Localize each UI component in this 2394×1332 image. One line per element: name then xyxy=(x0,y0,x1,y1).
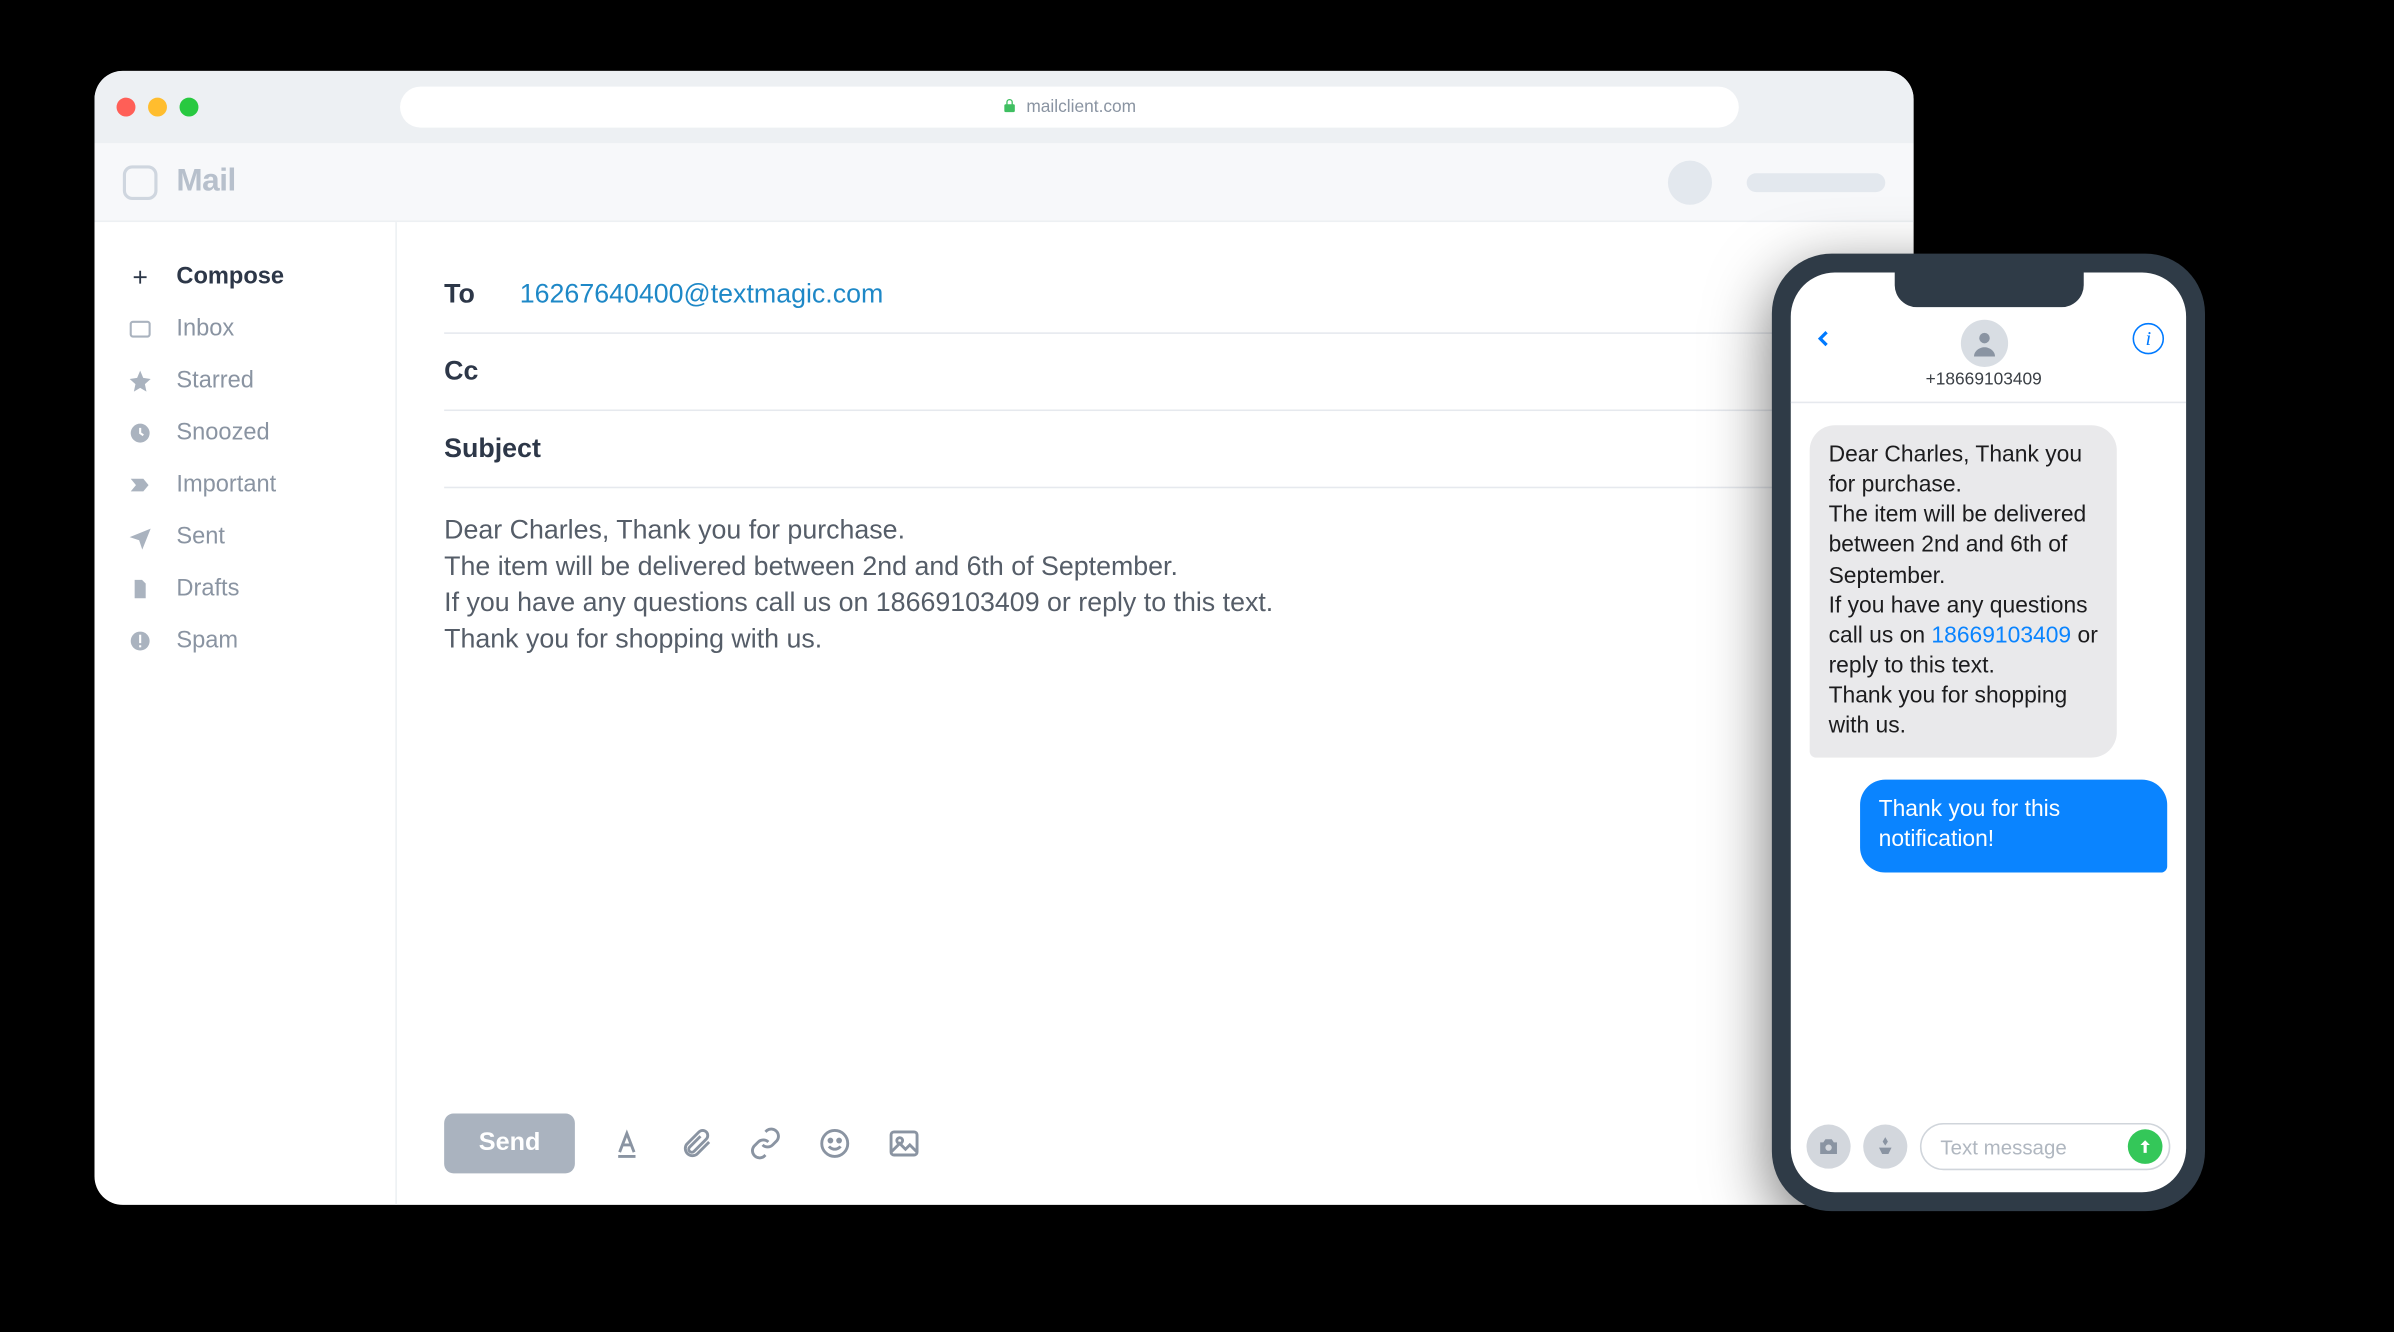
phone-notch xyxy=(1894,272,2083,307)
user-name-placeholder xyxy=(1747,172,1886,191)
sidebar-item-label: Starred xyxy=(176,367,253,394)
cc-label: Cc xyxy=(444,356,494,388)
incoming-message[interactable]: Dear Charles, Thank you for purchase. Th… xyxy=(1810,425,2117,758)
camera-icon[interactable] xyxy=(1807,1125,1851,1169)
image-icon[interactable] xyxy=(887,1126,922,1161)
mail-app-header: Mail xyxy=(95,143,1914,222)
file-icon xyxy=(126,576,154,601)
url-host-text: mailclient.com xyxy=(1026,98,1136,117)
back-icon[interactable] xyxy=(1813,320,1835,364)
sidebar-item-label: Spam xyxy=(176,627,238,654)
browser-chrome: mailclient.com xyxy=(95,71,1914,143)
to-label: To xyxy=(444,279,494,311)
plus-icon xyxy=(126,265,154,287)
sidebar-item-label: Compose xyxy=(176,263,284,290)
mail-app-title: Mail xyxy=(176,164,235,200)
message-input-row: Text message xyxy=(1791,1107,2186,1192)
sidebar-item-label: Inbox xyxy=(176,315,234,342)
contact-header[interactable]: +18669103409 xyxy=(1835,320,2133,389)
send-message-icon[interactable] xyxy=(2128,1129,2163,1164)
incoming-text-pre: Dear Charles, Thank you for purchase. Th… xyxy=(1829,443,2088,649)
sidebar-item-label: Sent xyxy=(176,523,225,550)
sidebar-item-compose[interactable]: Compose xyxy=(95,250,396,302)
mail-sidebar: Compose Inbox Starred xyxy=(95,222,397,1205)
sidebar-item-spam[interactable]: Spam xyxy=(95,614,396,666)
incoming-phone-link[interactable]: 18669103409 xyxy=(1931,623,2071,648)
window-controls xyxy=(117,98,199,117)
sidebar-item-inbox[interactable]: Inbox xyxy=(95,302,396,354)
cc-field-row[interactable]: Cc xyxy=(444,334,1866,411)
url-bar[interactable]: mailclient.com xyxy=(399,87,1738,128)
phone-mockup: +18669103409 i Dear Charles, Thank you f… xyxy=(1772,254,2205,1212)
inbox-icon xyxy=(126,316,154,341)
minimize-window-icon[interactable] xyxy=(148,98,167,117)
sidebar-item-important[interactable]: Important xyxy=(95,458,396,510)
to-recipient[interactable]: 16267640400@textmagic.com xyxy=(520,279,884,311)
text-format-icon[interactable] xyxy=(610,1126,645,1161)
message-thread[interactable]: Dear Charles, Thank you for purchase. Th… xyxy=(1791,403,2186,1107)
emoji-icon[interactable] xyxy=(818,1126,853,1161)
sidebar-item-label: Important xyxy=(176,471,276,498)
mail-browser-window: mailclient.com Mail Compose xyxy=(95,71,1914,1205)
tag-icon xyxy=(126,472,154,497)
outgoing-message[interactable]: Thank you for this notification! xyxy=(1860,780,2167,872)
star-icon xyxy=(126,368,154,393)
sidebar-item-drafts[interactable]: Drafts xyxy=(95,562,396,614)
compose-body[interactable]: Dear Charles, Thank you for purchase. Th… xyxy=(444,488,1866,1098)
appstore-icon[interactable] xyxy=(1863,1125,1907,1169)
sidebar-item-label: Drafts xyxy=(176,575,239,602)
send-button[interactable]: Send xyxy=(444,1114,575,1174)
sidebar-item-label: Snoozed xyxy=(176,419,269,446)
message-input[interactable]: Text message xyxy=(1920,1123,2170,1170)
clock-icon xyxy=(126,420,154,445)
send-icon xyxy=(126,524,154,549)
phone-screen: +18669103409 i Dear Charles, Thank you f… xyxy=(1791,272,2186,1192)
sidebar-item-sent[interactable]: Sent xyxy=(95,510,396,562)
sidebar-item-starred[interactable]: Starred xyxy=(95,354,396,406)
close-window-icon[interactable] xyxy=(117,98,136,117)
compose-pane: To 16267640400@textmagic.com Cc Subject … xyxy=(397,222,1914,1205)
subject-field-row[interactable]: Subject xyxy=(444,411,1866,488)
info-icon[interactable]: i xyxy=(2133,323,2165,355)
subject-label: Subject xyxy=(444,433,541,465)
mail-app-icon xyxy=(123,165,158,200)
attachment-icon[interactable] xyxy=(679,1126,714,1161)
contact-number: +18669103409 xyxy=(1926,370,2042,389)
maximize-window-icon[interactable] xyxy=(180,98,199,117)
message-input-placeholder: Text message xyxy=(1940,1135,2066,1159)
alert-icon xyxy=(126,628,154,653)
user-avatar[interactable] xyxy=(1668,160,1712,204)
lock-icon xyxy=(1001,97,1017,117)
sidebar-item-snoozed[interactable]: Snoozed xyxy=(95,406,396,458)
to-field-row[interactable]: To 16267640400@textmagic.com xyxy=(444,257,1866,334)
compose-toolbar: Send xyxy=(444,1098,1866,1174)
contact-avatar-icon xyxy=(1960,320,2007,367)
link-icon[interactable] xyxy=(748,1126,783,1161)
